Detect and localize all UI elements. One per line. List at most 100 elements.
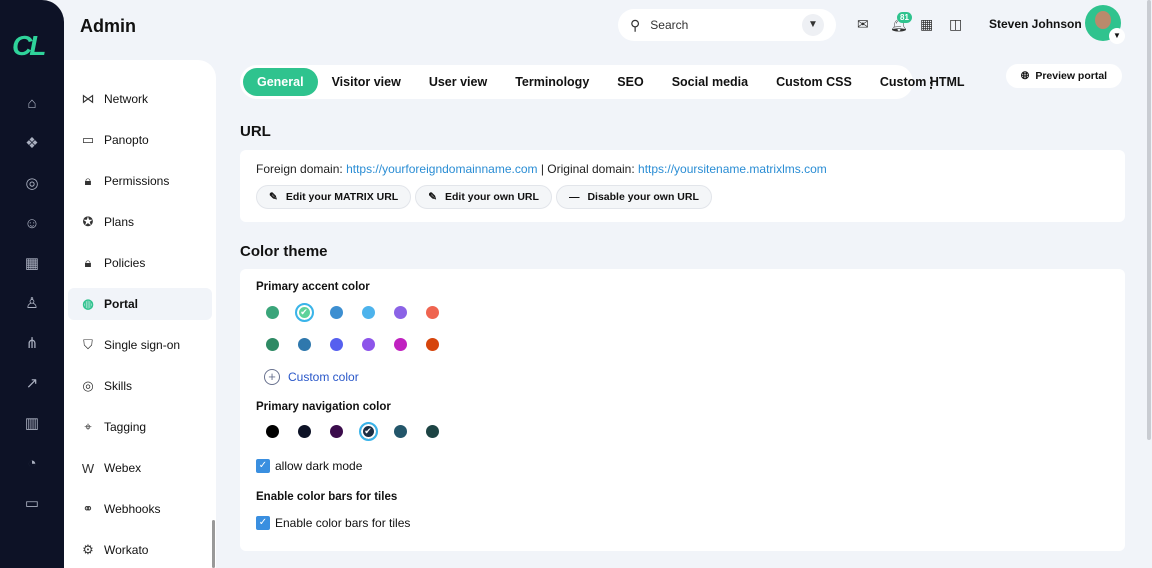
accent-color-swatch[interactable] bbox=[425, 305, 439, 319]
icon-rail: CL bbox=[0, 0, 64, 568]
button-label: Edit your MATRIX URL bbox=[285, 191, 399, 203]
accent-color-swatch[interactable] bbox=[265, 305, 279, 319]
minus-icon: — bbox=[568, 191, 580, 203]
sidebar-item-panopto[interactable]: ▭ Panopto bbox=[68, 124, 212, 156]
home-icon[interactable]: ⌂ bbox=[22, 94, 42, 114]
mail-icon[interactable]: ✉ bbox=[857, 16, 869, 33]
users-icon[interactable]: ☺ bbox=[22, 214, 42, 234]
monitor-icon: ▭ bbox=[81, 132, 95, 147]
id-card-icon[interactable]: ▭ bbox=[22, 494, 42, 514]
nav-color-swatch[interactable] bbox=[329, 424, 343, 438]
sidebar-item-skills[interactable]: ◎ Skills bbox=[68, 370, 212, 402]
edit-own-url-button[interactable]: ✎ Edit your own URL bbox=[415, 185, 552, 209]
dark-mode-checkbox[interactable]: ✓ allow dark mode bbox=[256, 459, 362, 473]
accent-color-swatch[interactable] bbox=[393, 337, 407, 351]
library-icon[interactable]: ▥ bbox=[22, 414, 42, 434]
original-label: | Original domain: bbox=[540, 162, 635, 176]
hierarchy-icon[interactable]: ⋔ bbox=[22, 334, 42, 354]
page-scrollbar[interactable] bbox=[1147, 0, 1151, 440]
apps-icon[interactable]: ▦ bbox=[22, 254, 42, 274]
accent-color-swatch[interactable] bbox=[361, 337, 375, 351]
lock-icon: 🔒︎ bbox=[84, 173, 92, 188]
user-icon[interactable]: ♙ bbox=[22, 294, 42, 314]
accent-color-swatch[interactable] bbox=[265, 337, 279, 351]
search-input[interactable]: ⚲ Search ▼ bbox=[618, 9, 836, 41]
logo[interactable]: CL bbox=[12, 30, 46, 62]
tab-social-media[interactable]: Social media bbox=[658, 68, 762, 96]
cubes-icon[interactable]: ❖ bbox=[22, 134, 42, 154]
original-url-link[interactable]: https://yoursitename.matrixlms.com bbox=[638, 162, 827, 176]
accent-color-swatch[interactable] bbox=[297, 337, 311, 351]
sidebar-item-label: Skills bbox=[104, 379, 133, 393]
tab-bar: General Visitor view User view Terminology S… bbox=[240, 65, 965, 99]
pencil-icon: ✎ bbox=[269, 191, 278, 203]
sidebar-item-permissions[interactable]: 🔒︎ Permissions bbox=[68, 165, 212, 197]
color-theme-heading: Color theme bbox=[240, 243, 328, 260]
sidebar-item-label: Single sign-on bbox=[104, 338, 181, 352]
accent-color-swatch[interactable] bbox=[361, 305, 375, 319]
user-name[interactable]: Steven Johnson bbox=[989, 17, 1082, 31]
accent-color-swatch[interactable] bbox=[329, 305, 343, 319]
webhook-icon: ⚭ bbox=[82, 501, 94, 516]
tab-custom-css[interactable]: Custom CSS bbox=[762, 68, 866, 96]
chart-icon[interactable]: ↗ bbox=[22, 374, 42, 394]
calendar-icon[interactable]: ▦ bbox=[920, 16, 933, 33]
pie-icon[interactable]: ◔ bbox=[22, 454, 42, 474]
sidebar-item-workato[interactable]: ⚙ Workato bbox=[68, 534, 212, 566]
sidebar-item-portal[interactable]: ◍ Portal bbox=[68, 288, 212, 320]
chevron-down-icon[interactable]: ▼ bbox=[1109, 28, 1125, 44]
sidebar-item-webhooks[interactable]: ⚭ Webhooks bbox=[68, 493, 212, 525]
nav-color-swatch[interactable] bbox=[425, 424, 439, 438]
medal-icon: ✪ bbox=[82, 214, 94, 229]
check-icon: ✔ bbox=[300, 306, 308, 317]
checkbox-label: Enable color bars for tiles bbox=[275, 516, 411, 530]
more-icon[interactable]: ⋮ bbox=[924, 74, 938, 91]
preview-portal-button[interactable]: 🌐︎ Preview portal bbox=[1006, 64, 1122, 88]
tab-user-view[interactable]: User view bbox=[415, 68, 501, 96]
nav-color-swatch[interactable] bbox=[265, 424, 279, 438]
globe-icon: ◍ bbox=[82, 296, 94, 311]
nav-color-swatch[interactable] bbox=[393, 424, 407, 438]
trash-icon[interactable]: ◫ bbox=[949, 16, 962, 33]
sidebar-scrollbar[interactable] bbox=[212, 520, 215, 568]
accent-color-swatch[interactable] bbox=[425, 337, 439, 351]
accent-color-swatch[interactable]: ✔ bbox=[294, 302, 314, 322]
sidebar-item-policies[interactable]: 🔒︎ Policies bbox=[68, 247, 212, 279]
tab-terminology[interactable]: Terminology bbox=[501, 68, 603, 96]
sidebar-item-single-sign-on[interactable]: ⛉ Single sign-on bbox=[68, 329, 212, 361]
sidebar-item-label: Panopto bbox=[104, 133, 149, 147]
nav-color-label: Primary navigation color bbox=[256, 401, 391, 413]
custom-color-label: Custom color bbox=[288, 370, 359, 384]
color-bars-checkbox[interactable]: ✓ Enable color bars for tiles bbox=[256, 516, 410, 530]
sidebar-item-tagging[interactable]: ⌖ Tagging bbox=[68, 411, 212, 443]
tab-seo[interactable]: SEO bbox=[603, 68, 657, 96]
foreign-label: Foreign domain: bbox=[256, 162, 343, 176]
target-icon: ◎ bbox=[82, 378, 94, 393]
target-icon[interactable]: ◎ bbox=[22, 174, 42, 194]
sidebar-item-label: Permissions bbox=[104, 174, 170, 188]
sidebar-item-label: Network bbox=[104, 92, 149, 106]
edit-matrix-url-button[interactable]: ✎ Edit your MATRIX URL bbox=[256, 185, 412, 209]
sidebar-item-label: Policies bbox=[104, 256, 146, 270]
sidebar-item-webex[interactable]: W Webex bbox=[68, 452, 212, 484]
color-theme-card: Primary accent color + Custom color Prima… bbox=[240, 269, 1125, 551]
nav-color-swatch[interactable] bbox=[297, 424, 311, 438]
accent-color-swatch[interactable] bbox=[329, 337, 343, 351]
custom-color-button[interactable]: + Custom color bbox=[264, 369, 359, 385]
sidebar-item-plans[interactable]: ✪ Plans bbox=[68, 206, 212, 238]
tab-custom-html[interactable]: Custom HTML bbox=[866, 68, 979, 96]
tab-general[interactable]: General bbox=[243, 68, 318, 96]
webex-icon: W bbox=[81, 460, 95, 476]
chevron-down-icon[interactable]: ▼ bbox=[802, 14, 824, 36]
gear-icon: ⚙ bbox=[82, 542, 94, 557]
search-placeholder: Search bbox=[650, 18, 689, 32]
accent-color-swatch[interactable] bbox=[393, 305, 407, 319]
foreign-url-link[interactable]: https://yourforeigndomainname.com bbox=[346, 162, 537, 176]
tab-visitor-view[interactable]: Visitor view bbox=[318, 68, 415, 96]
notification-badge: 81 bbox=[897, 12, 912, 23]
sidebar-item-network[interactable]: ⋈ Network bbox=[68, 83, 212, 115]
search-icon: ⚲ bbox=[630, 16, 641, 33]
preview-label: Preview portal bbox=[1035, 70, 1108, 82]
disable-own-url-button[interactable]: — Disable your own URL bbox=[555, 185, 712, 209]
nav-color-swatch[interactable]: ✔ bbox=[358, 421, 378, 441]
